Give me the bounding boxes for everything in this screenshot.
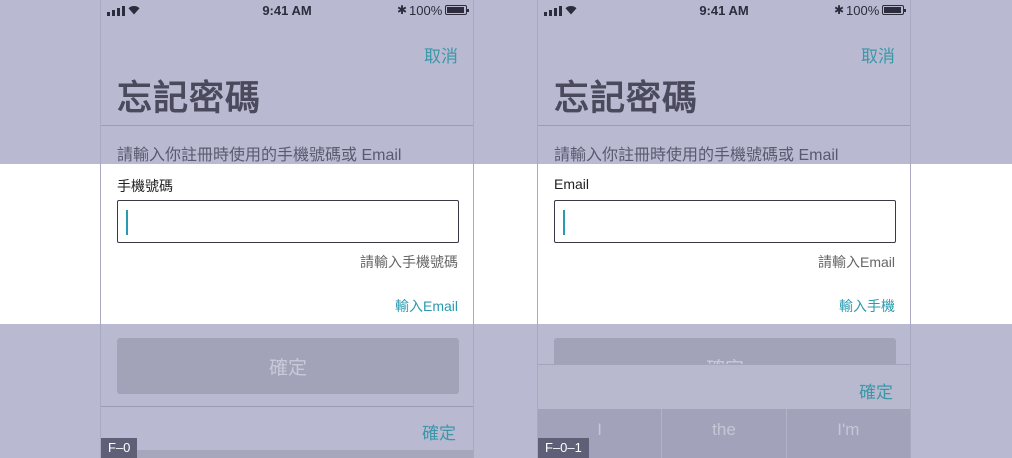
field-label: Email	[554, 176, 590, 192]
input-hint: 請輸入手機號碼	[360, 254, 458, 270]
instruction-text: 請輸入你註冊時使用的手機號碼或 Email	[117, 147, 402, 164]
switch-to-email-link[interactable]: 輸入Email	[395, 296, 458, 316]
suggestion-item[interactable]: the	[662, 409, 787, 458]
bluetooth-icon: ✱	[834, 3, 845, 17]
screen-tag: F–0–1	[538, 438, 589, 458]
status-bar: 9:41 AM ✱ 100%	[538, 0, 910, 22]
screen-phone-input: 9:41 AM ✱ 100% 取消 忘記密碼 請輸入你註冊時使用的手機號碼或 E…	[100, 0, 474, 458]
battery-percent: 100%	[846, 3, 880, 18]
cancel-button[interactable]: 取消	[861, 42, 895, 67]
status-bar: 9:41 AM ✱ 100%	[101, 0, 473, 22]
field-label: 手機號碼	[117, 178, 173, 194]
divider	[538, 125, 910, 126]
suggestion-item[interactable]: I'm	[787, 409, 910, 458]
keyboard-accessory-bar: 確定	[538, 364, 910, 409]
bluetooth-icon: ✱	[397, 3, 408, 17]
keyboard-confirm-button[interactable]: 確定	[859, 378, 893, 403]
divider	[101, 406, 473, 407]
divider	[101, 125, 473, 126]
battery-icon	[882, 5, 906, 15]
page-title: 忘記密碼	[117, 79, 262, 118]
switch-to-phone-link[interactable]: 輸入手機	[839, 296, 895, 316]
text-caret	[126, 210, 128, 235]
battery-icon	[445, 5, 469, 15]
text-caret	[563, 210, 565, 235]
cancel-button[interactable]: 取消	[424, 42, 458, 67]
instruction-text: 請輸入你註冊時使用的手機號碼或 Email	[554, 147, 839, 164]
keyboard-suggestion-bar: I the I'm	[538, 409, 910, 458]
screen-tag: F–0	[101, 438, 138, 458]
confirm-button[interactable]: 確定	[117, 338, 459, 394]
keyboard-confirm-button[interactable]: 確定	[422, 419, 456, 444]
page-title: 忘記密碼	[554, 79, 699, 118]
email-input[interactable]	[554, 200, 896, 243]
screen-email-input: 9:41 AM ✱ 100% 取消 忘記密碼 請輸入你註冊時使用的手機號碼或 E…	[537, 0, 911, 458]
input-hint: 請輸入Email	[817, 254, 895, 270]
phone-input[interactable]	[117, 200, 459, 243]
keyboard-edge	[101, 450, 473, 458]
battery-percent: 100%	[409, 3, 443, 18]
